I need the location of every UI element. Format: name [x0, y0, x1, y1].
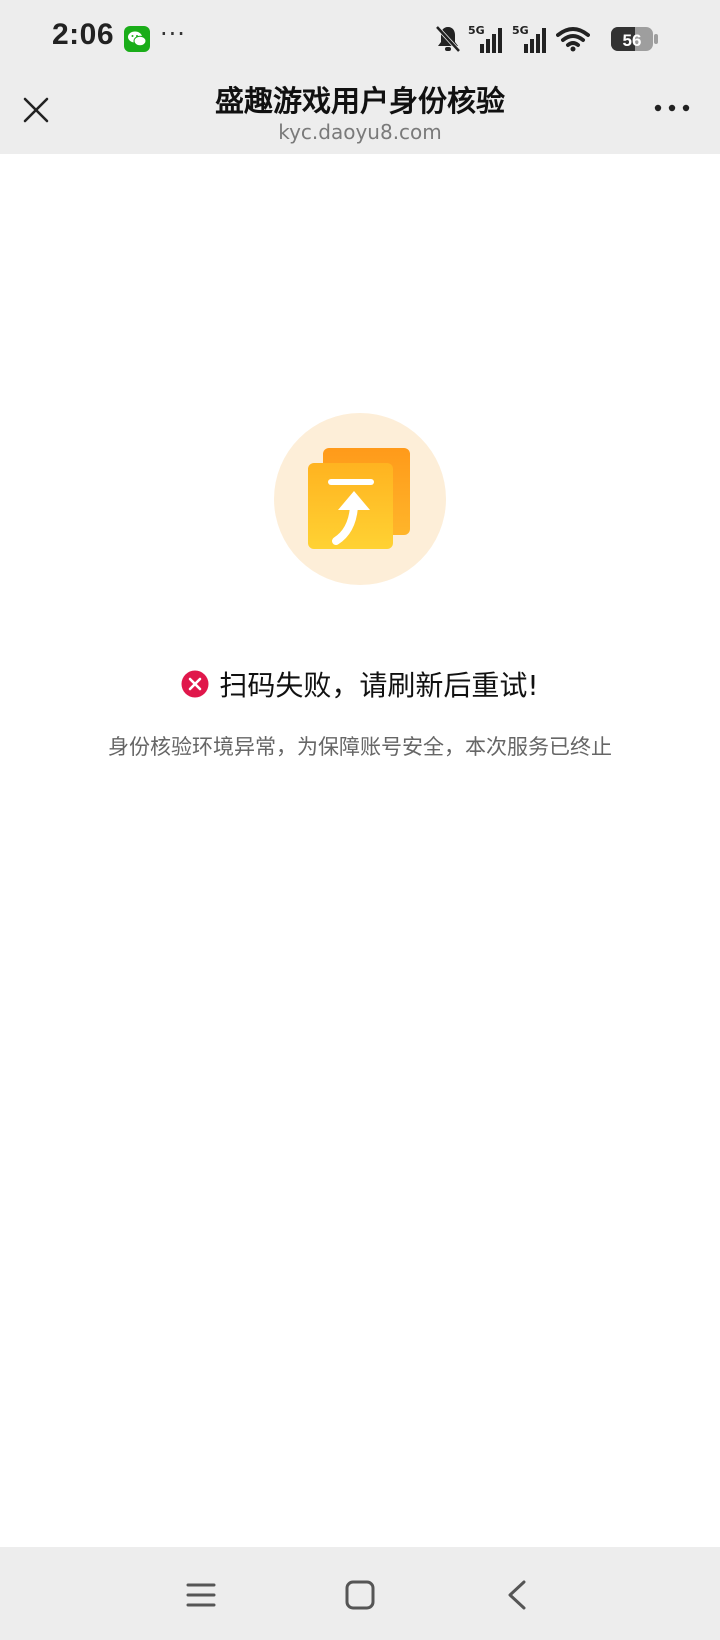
- error-title: 扫码失败，请刷新后重试!: [219, 669, 539, 702]
- page-title: 盛趣游戏用户身份核验: [214, 84, 505, 118]
- page-domain: kyc.daoyu8.com: [278, 120, 442, 144]
- screen: 2:06 ··· 5G 5G 56 盛趣游戏用户身份核验 kyc.daoyu8.…: [0, 0, 720, 1640]
- network-label-2: 5G: [512, 24, 529, 37]
- bell-muted-icon: [435, 25, 461, 53]
- upload-document-icon: [274, 413, 446, 585]
- status-indicators: 5G 5G 56: [434, 22, 672, 56]
- status-time: 2:06: [52, 18, 115, 51]
- system-nav-bar: [0, 1547, 720, 1640]
- battery-level: 56: [623, 31, 642, 50]
- error-circle-icon: [181, 670, 209, 698]
- more-icon[interactable]: [652, 96, 692, 120]
- wifi-icon: [556, 27, 590, 52]
- home-icon[interactable]: [340, 1575, 380, 1615]
- webview-header: 盛趣游戏用户身份核验 kyc.daoyu8.com: [0, 78, 720, 154]
- status-overflow: ···: [160, 20, 186, 48]
- status-bar: 2:06 ··· 5G 5G 56: [0, 0, 720, 78]
- wechat-icon: [124, 26, 150, 52]
- error-message: 扫码失败，请刷新后重试!: [0, 664, 720, 704]
- signal-icon-1: 5G: [468, 24, 502, 53]
- menu-icon[interactable]: [181, 1575, 221, 1615]
- error-description: 身份核验环境异常，为保障账号安全，本次服务已终止: [108, 735, 612, 759]
- back-icon[interactable]: [498, 1575, 538, 1615]
- network-label-1: 5G: [468, 24, 485, 37]
- signal-icon-2: 5G: [512, 24, 546, 53]
- battery-icon: 56: [611, 27, 658, 51]
